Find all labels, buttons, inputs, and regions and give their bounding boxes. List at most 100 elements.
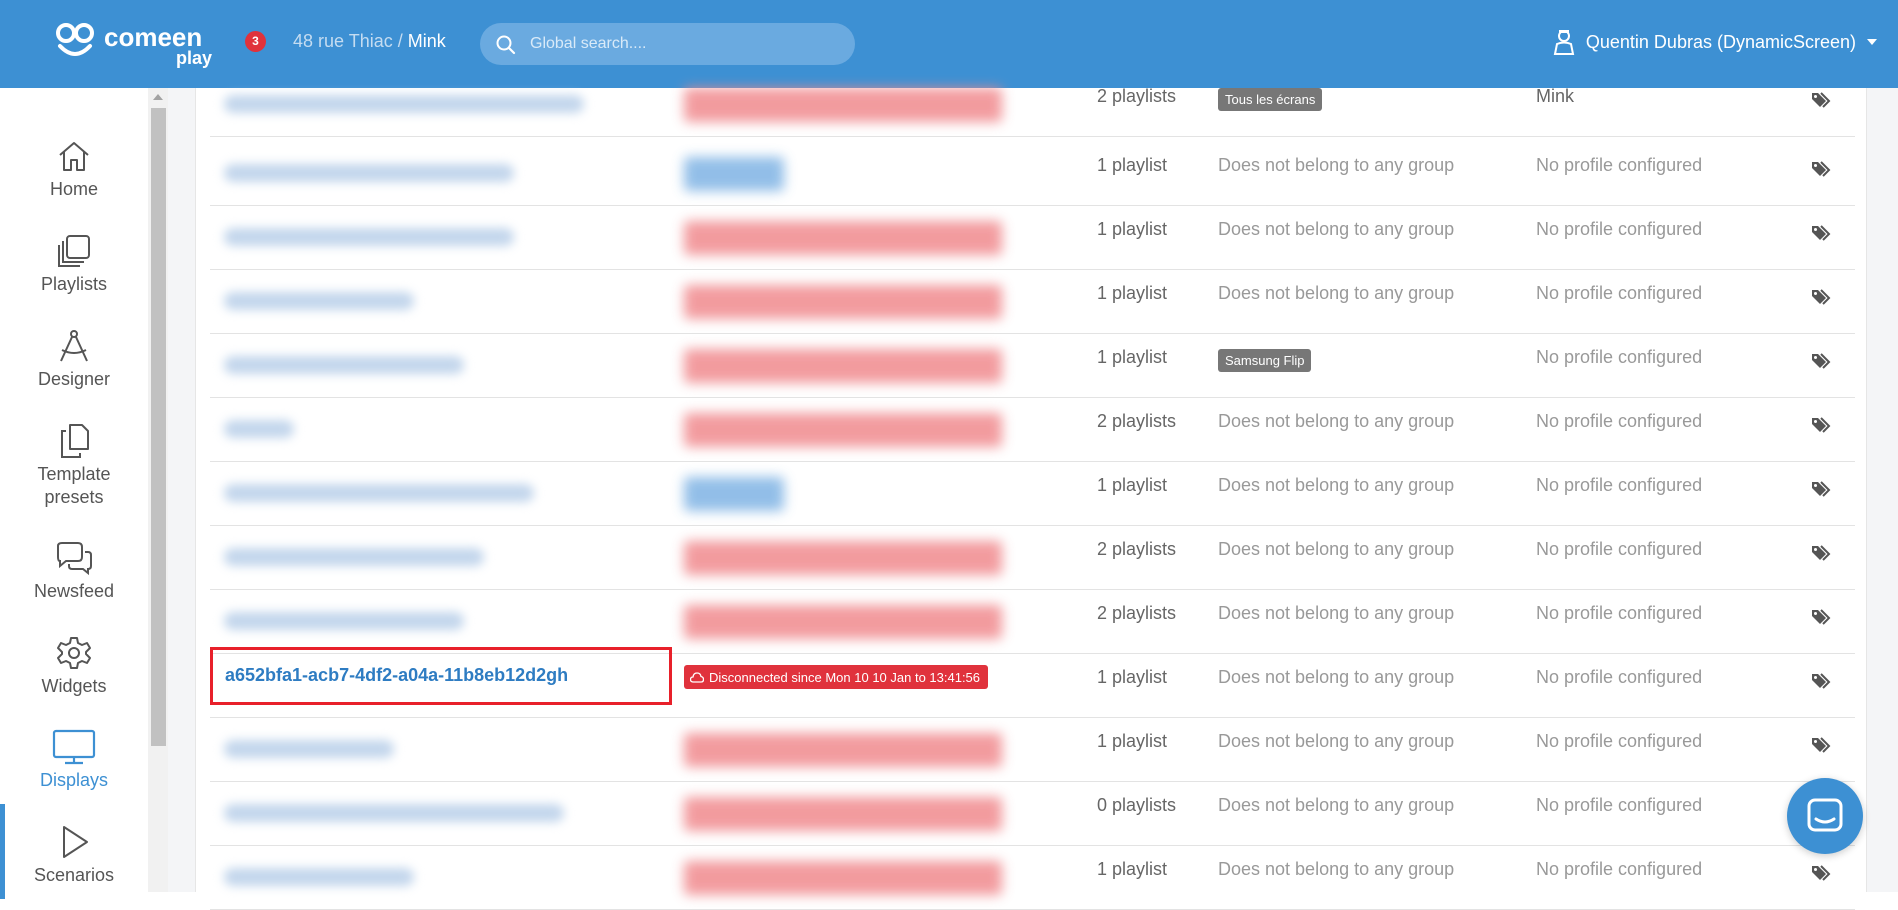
device-name-redacted[interactable] (224, 228, 514, 246)
tag-icon[interactable] (1810, 415, 1834, 440)
copy-icon (61, 424, 89, 458)
logo-subtext: play (176, 48, 212, 68)
sidebar-item-designer[interactable]: Designer (0, 328, 148, 391)
table-row[interactable]: 1 playlist Does not belong to any group No… (210, 206, 1855, 270)
group-text: Does not belong to any group (1218, 411, 1455, 431)
sidebar-item-label: Scenarios (33, 865, 115, 885)
group-text: Does not belong to any group (1218, 219, 1455, 239)
sidebar-item-label: Displays (39, 770, 109, 790)
device-name-redacted[interactable] (224, 164, 514, 182)
tag-icon[interactable] (1810, 90, 1834, 115)
profile-text: No profile configured (1536, 859, 1703, 879)
sidebar-item-label: Designer (37, 369, 111, 389)
breadcrumb-location[interactable]: 48 rue Thiac / (293, 31, 403, 51)
sidebar-item-label: Playlists (40, 274, 107, 294)
sidebar-item-widgets[interactable]: Widgets (0, 635, 148, 698)
notification-badge[interactable]: 3 (245, 31, 266, 52)
group-badge: Samsung Flip (1218, 349, 1312, 372)
device-name-redacted[interactable] (224, 868, 414, 886)
tag-icon[interactable] (1810, 543, 1834, 568)
sidebar-item-label: Home (49, 179, 98, 199)
user-menu[interactable]: Quentin Dubras (DynamicScreen) (1552, 29, 1878, 55)
status-badge-redacted (684, 605, 1002, 639)
scroll-up-arrow-icon[interactable] (153, 94, 163, 100)
device-name-link[interactable]: a652bfa1-acb7-4df2-a04a-11b8eb12d2gh (225, 665, 568, 686)
group-text: Does not belong to any group (1218, 731, 1455, 751)
tag-icon[interactable] (1810, 159, 1834, 184)
profile-text: No profile configured (1536, 539, 1703, 559)
sidebar-item-newsfeed[interactable]: Newsfeed (0, 540, 148, 603)
tag-icon[interactable] (1810, 607, 1834, 632)
playlist-count: 1 playlist (1097, 859, 1168, 879)
device-name-redacted[interactable] (224, 740, 394, 758)
logo-mark-icon: comeen play (56, 22, 212, 68)
playlist-count: 1 playlist (1097, 731, 1168, 751)
comeen-play-logo[interactable]: comeen play (56, 18, 226, 68)
group-text: Does not belong to any group (1218, 859, 1455, 879)
scrollbar-thumb[interactable] (151, 108, 166, 746)
tag-icon[interactable] (1810, 223, 1834, 248)
playlist-count: 1 playlist (1097, 155, 1168, 175)
search-input[interactable] (530, 23, 840, 65)
support-chat-button[interactable] (1787, 778, 1863, 854)
table-row[interactable]: 2 playlists Does not belong to any group N… (210, 526, 1855, 590)
table-row[interactable]: a652bfa1-acb7-4df2-a04a-11b8eb12d2gh Disc… (210, 647, 1855, 718)
playlist-count: 1 playlist (1097, 219, 1168, 239)
tag-icon[interactable] (1810, 863, 1834, 888)
status-badge-redacted (684, 413, 1002, 447)
group-text: Does not belong to any group (1218, 155, 1455, 175)
group-text: Does not belong to any group (1218, 795, 1455, 815)
user-icon (1553, 30, 1575, 55)
sidebar: Home Playlists Designer Template presets… (0, 88, 148, 899)
table-row[interactable]: 2 playlists Does not belong to any group N… (210, 398, 1855, 462)
profile-text: No profile configured (1536, 219, 1703, 239)
profile-text: No profile configured (1536, 347, 1703, 367)
table-row[interactable]: 1 playlist Does not belong to any group No… (210, 846, 1855, 910)
playlist-count: 2 playlists (1097, 603, 1177, 623)
user-name: Quentin Dubras (DynamicScreen) (1585, 31, 1856, 52)
device-name-redacted[interactable] (224, 95, 584, 113)
tag-icon[interactable] (1810, 351, 1834, 376)
tag-icon[interactable] (1810, 735, 1834, 760)
tag-icon[interactable] (1810, 671, 1834, 696)
device-name-redacted[interactable] (224, 484, 534, 502)
status-badge-redacted (684, 88, 1002, 122)
device-name-redacted[interactable] (224, 420, 294, 438)
status-badge-redacted (684, 157, 784, 191)
device-name-redacted[interactable] (224, 804, 564, 822)
table-row[interactable]: 0 playlists Does not belong to any group N… (210, 782, 1855, 846)
profile-text: Mink (1536, 86, 1575, 106)
status-text: Disconnected since Mon 10 10 Jan to 13:4… (709, 669, 981, 685)
global-search[interactable] (480, 23, 855, 65)
group-text: Does not belong to any group (1218, 475, 1455, 495)
profile-text: No profile configured (1536, 155, 1703, 175)
table-row[interactable]: 1 playlist Samsung Flip No profile configu… (210, 334, 1855, 398)
device-name-redacted[interactable] (224, 292, 414, 310)
table-row[interactable]: 1 playlist Does not belong to any group No… (210, 462, 1855, 526)
device-name-redacted[interactable] (224, 612, 464, 630)
profile-text: No profile configured (1536, 603, 1703, 623)
table-row[interactable]: 2 playlists Tous les écrans Mink (210, 73, 1855, 137)
breadcrumb-current[interactable]: Mink (408, 31, 446, 51)
table-row[interactable]: 1 playlist Does not belong to any group No… (210, 270, 1855, 334)
group-cell: Tous les écrans (1218, 86, 1323, 111)
status-badge: Disconnected since Mon 10 10 Jan to 13:4… (684, 665, 989, 689)
profile-text: No profile configured (1536, 411, 1703, 431)
sidebar-item-home[interactable]: Home (0, 138, 148, 201)
tag-icon[interactable] (1810, 287, 1834, 312)
profile-text: No profile configured (1536, 283, 1703, 303)
sidebar-item-template-presets[interactable]: Template presets (0, 423, 148, 509)
device-name-redacted[interactable] (224, 356, 464, 374)
sidebar-item-playlists[interactable]: Playlists (0, 233, 148, 296)
tag-icon[interactable] (1810, 479, 1834, 504)
sidebar-item-scenarios[interactable]: Scenarios (0, 824, 148, 887)
table-row[interactable]: 2 playlists Does not belong to any group N… (210, 590, 1855, 654)
table-row[interactable]: 1 playlist Does not belong to any group No… (210, 718, 1855, 782)
device-name-redacted[interactable] (224, 548, 484, 566)
sidebar-item-label: Template presets (37, 464, 111, 507)
status-badge-redacted (684, 285, 1002, 319)
table-row[interactable]: 1 playlist Does not belong to any group No… (210, 142, 1855, 206)
sidebar-item-displays[interactable]: Displays (0, 729, 148, 792)
profile-text: No profile configured (1536, 795, 1703, 815)
status-badge-redacted (684, 477, 784, 511)
